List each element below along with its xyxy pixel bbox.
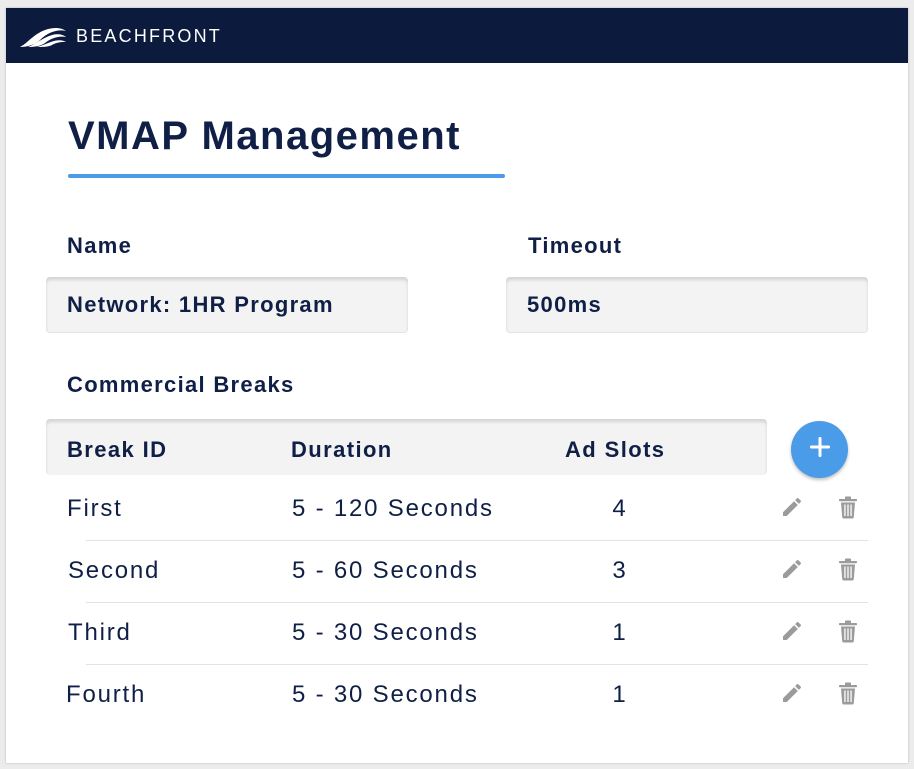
pencil-icon <box>780 495 804 524</box>
break-id-cell: Fourth <box>66 681 147 708</box>
table-row: Third 5 - 30 Seconds 1 <box>6 602 908 664</box>
duration-cell: 5 - 60 Seconds <box>292 557 479 584</box>
edit-break-button[interactable] <box>778 619 806 647</box>
break-id-cell: Second <box>68 557 161 584</box>
brand-logo[interactable]: BEACHFRONT <box>18 22 222 50</box>
ad-slots-cell: 1 <box>612 619 628 646</box>
break-id-cell: First <box>67 495 123 522</box>
ad-slots-cell: 1 <box>612 681 628 708</box>
plus-icon <box>808 435 832 464</box>
top-bar: BEACHFRONT <box>6 8 908 63</box>
title-underline <box>68 174 505 178</box>
delete-break-button[interactable] <box>834 619 862 647</box>
duration-cell: 5 - 30 Seconds <box>292 619 479 646</box>
break-id-cell: Third <box>68 619 132 646</box>
table-row: Fourth 5 - 30 Seconds 1 <box>6 664 908 726</box>
column-header-break-id: Break ID <box>67 437 168 462</box>
edit-break-button[interactable] <box>778 681 806 709</box>
ad-slots-cell: 3 <box>612 557 628 584</box>
brand-name: BEACHFRONT <box>76 25 223 46</box>
edit-break-button[interactable] <box>778 495 806 523</box>
page-title: VMAP Management <box>68 114 461 158</box>
name-label: Name <box>67 233 133 258</box>
ad-slots-cell: 4 <box>612 495 628 522</box>
table-row: First 5 - 120 Seconds 4 <box>6 478 908 540</box>
delete-break-button[interactable] <box>834 495 862 523</box>
beachfront-wave-logo-icon <box>18 23 68 49</box>
pencil-icon <box>780 619 804 648</box>
column-header-ad-slots: Ad Slots <box>565 437 666 462</box>
column-header-duration: Duration <box>291 437 393 462</box>
timeout-label: Timeout <box>528 233 623 258</box>
delete-break-button[interactable] <box>834 557 862 585</box>
pencil-icon <box>780 681 804 710</box>
table-row: Second 5 - 60 Seconds 3 <box>6 540 908 602</box>
trash-icon <box>837 557 859 586</box>
edit-break-button[interactable] <box>778 557 806 585</box>
duration-cell: 5 - 30 Seconds <box>292 681 479 708</box>
duration-cell: 5 - 120 Seconds <box>292 495 494 522</box>
trash-icon <box>837 681 859 710</box>
add-break-button[interactable] <box>791 421 848 478</box>
pencil-icon <box>780 557 804 586</box>
vmap-card: BEACHFRONT VMAP Management Name Network:… <box>6 8 908 763</box>
name-field[interactable]: Network: 1HR Program <box>46 277 408 333</box>
trash-icon <box>837 495 859 524</box>
commercial-breaks-label: Commercial Breaks <box>67 372 295 397</box>
trash-icon <box>837 619 859 648</box>
delete-break-button[interactable] <box>834 681 862 709</box>
breaks-table-header: Break ID Duration Ad Slots <box>46 419 767 475</box>
timeout-field[interactable]: 500ms <box>506 277 868 333</box>
